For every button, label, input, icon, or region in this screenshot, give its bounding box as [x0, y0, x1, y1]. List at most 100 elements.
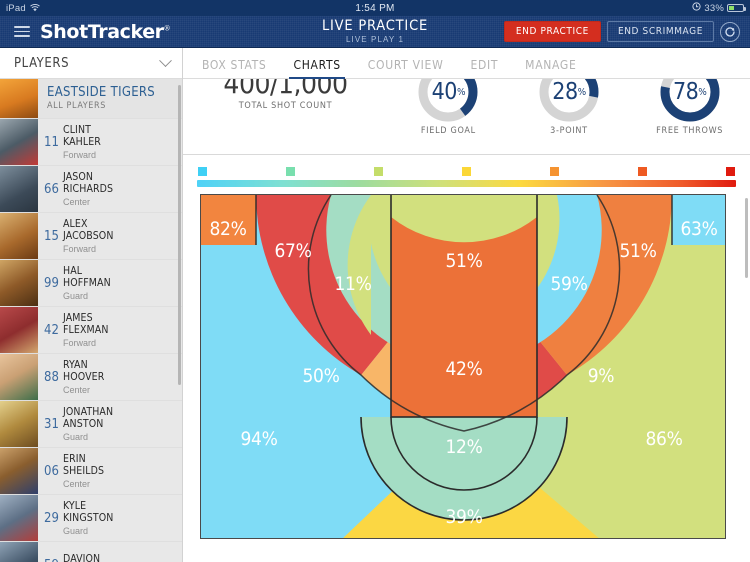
- player-number: 29: [44, 510, 59, 526]
- court-heatmap[interactable]: 82% 67% 11% 51% 59% 51% 63% 50% 42% 9% 9…: [200, 194, 726, 539]
- zone-label-11: 11%: [334, 273, 371, 295]
- total-shot-count-stat: 400/1,000 TOTAL SHOT COUNT: [183, 79, 388, 111]
- three-point-value: 28%: [552, 79, 586, 105]
- avatar: [0, 213, 38, 259]
- list-item[interactable]: 29 KYLE KINGSTON Guard: [0, 495, 182, 542]
- team-logo-tiger: [0, 79, 38, 118]
- stat-three-point: 28% 3-POINT: [509, 79, 629, 136]
- player-list[interactable]: EASTSIDE TIGERS ALL PLAYERS 11 CLINT KAH…: [0, 79, 182, 562]
- team-row[interactable]: EASTSIDE TIGERS ALL PLAYERS: [0, 79, 182, 119]
- status-right: 33%: [692, 2, 746, 14]
- team-subtitle: ALL PLAYERS: [47, 100, 106, 111]
- player-position: Guard: [63, 290, 89, 301]
- refresh-icon[interactable]: [720, 21, 740, 42]
- player-last-name: HOOVER: [63, 370, 105, 383]
- battery-icon: [727, 4, 746, 12]
- player-last-name: KAHLER: [63, 135, 101, 148]
- hamburger-icon[interactable]: [14, 26, 30, 37]
- player-position: Guard: [63, 525, 89, 536]
- field-goal-label: FIELD GOAL: [420, 126, 476, 136]
- player-number: 59: [44, 558, 63, 562]
- three-point-label: 3-POINT: [550, 126, 588, 136]
- player-number: 11: [44, 134, 59, 150]
- player-first-name: JAMES: [63, 311, 93, 324]
- legend-swatch-3: [374, 167, 383, 176]
- players-dropdown[interactable]: PLAYERS: [0, 48, 182, 79]
- end-scrimmage-button[interactable]: END SCRIMMAGE: [606, 21, 714, 42]
- player-position: Guard: [63, 431, 89, 442]
- zone-label-12: 12%: [445, 436, 482, 458]
- tab-box-stats[interactable]: BOX STATS: [202, 58, 266, 78]
- ios-status-bar: iPad 1:54 PM 33%: [0, 0, 750, 16]
- players-sidebar: PLAYERS EASTSIDE TIGERS ALL PLAYERS 11 C…: [0, 48, 183, 562]
- list-item[interactable]: 31 JONATHAN ANSTON Guard: [0, 401, 182, 448]
- avatar: [0, 401, 38, 447]
- field-goal-donut: 40%: [417, 79, 479, 123]
- end-practice-button[interactable]: END PRACTICE: [503, 21, 601, 42]
- avatar: [0, 119, 38, 165]
- list-item[interactable]: 15 ALEX JACOBSON Forward: [0, 213, 182, 260]
- zone-label-42: 42%: [445, 358, 482, 380]
- app-header: ShotTracker® LIVE PRACTICE LIVE PLAY 1 E…: [0, 16, 750, 48]
- list-item[interactable]: 11 CLINT KAHLER Forward: [0, 119, 182, 166]
- sidebar-scrollbar[interactable]: [178, 85, 181, 385]
- content-scrollbar[interactable]: [745, 198, 748, 278]
- tab-edit[interactable]: EDIT: [470, 58, 498, 78]
- team-name: EASTSIDE TIGERS: [47, 84, 156, 100]
- player-first-name: DAVION: [63, 553, 101, 562]
- player-last-name: RICHARDS: [63, 182, 114, 195]
- avatar: [0, 166, 38, 212]
- list-item[interactable]: 88 RYAN HOOVER Center: [0, 354, 182, 401]
- player-position: Center: [63, 196, 91, 207]
- player-last-name: HOFFMAN: [63, 276, 111, 289]
- avatar: [0, 354, 38, 400]
- avatar: [0, 448, 38, 494]
- free-throws-donut: 78%: [659, 79, 721, 123]
- zone-label-86: 86%: [645, 428, 682, 450]
- player-first-name: ALEX: [63, 217, 88, 230]
- player-first-name: KYLE: [63, 499, 87, 512]
- player-first-name: CLINT: [63, 123, 91, 136]
- player-last-name: KINGSTON: [63, 511, 114, 524]
- player-first-name: ERIN: [63, 452, 86, 465]
- player-first-name: HAL: [63, 264, 83, 277]
- legend-tick-row: [197, 167, 736, 180]
- list-item[interactable]: 42 JAMES FLEXMAN Forward: [0, 307, 182, 354]
- chevron-down-icon[interactable]: [159, 53, 172, 67]
- legend-swatch-7: [726, 167, 735, 176]
- list-item[interactable]: 66 JASON RICHARDS Center: [0, 166, 182, 213]
- tab-charts[interactable]: CHARTS: [289, 58, 346, 79]
- player-position: Forward: [63, 243, 97, 254]
- player-number: 42: [44, 322, 59, 338]
- legend-swatch-5: [550, 167, 559, 176]
- list-item[interactable]: 59 DAVION LARSON: [0, 542, 182, 562]
- tab-court-view[interactable]: COURT VIEW: [368, 58, 444, 78]
- field-goal-value: 40%: [431, 79, 466, 105]
- zone-label-51-top: 51%: [445, 250, 482, 272]
- player-last-name: SHEILDS: [63, 464, 105, 477]
- zone-label-9: 9%: [588, 365, 615, 387]
- shot-chart-container: 82% 67% 11% 51% 59% 51% 63% 50% 42% 9% 9…: [183, 187, 750, 562]
- tab-manage[interactable]: MANAGE: [525, 58, 576, 78]
- status-time: 1:54 PM: [355, 2, 395, 14]
- free-throws-value: 78%: [672, 79, 707, 105]
- free-throws-label: FREE THROWS: [656, 126, 724, 136]
- main-body: PLAYERS EASTSIDE TIGERS ALL PLAYERS 11 C…: [0, 48, 750, 562]
- player-number: 99: [44, 275, 59, 291]
- player-position: Forward: [63, 337, 97, 348]
- legend-swatch-6: [638, 167, 647, 176]
- list-item[interactable]: 06 ERIN SHEILDS Center: [0, 448, 182, 495]
- zone-label-67: 67%: [274, 240, 311, 262]
- list-item[interactable]: 99 HAL HOFFMAN Guard: [0, 260, 182, 307]
- brand-mark: ®: [163, 24, 171, 33]
- player-position: Forward: [63, 149, 97, 160]
- alarm-icon: [692, 2, 701, 14]
- player-first-name: JONATHAN: [63, 405, 114, 418]
- tab-bar: BOX STATS CHARTS COURT VIEW EDIT MANAGE: [183, 48, 750, 79]
- avatar: [0, 260, 38, 306]
- player-number: 66: [44, 181, 59, 197]
- three-point-donut: 28%: [538, 79, 600, 123]
- player-first-name: RYAN: [63, 358, 88, 371]
- player-last-name: ANSTON: [63, 417, 104, 430]
- player-position: Center: [63, 478, 91, 489]
